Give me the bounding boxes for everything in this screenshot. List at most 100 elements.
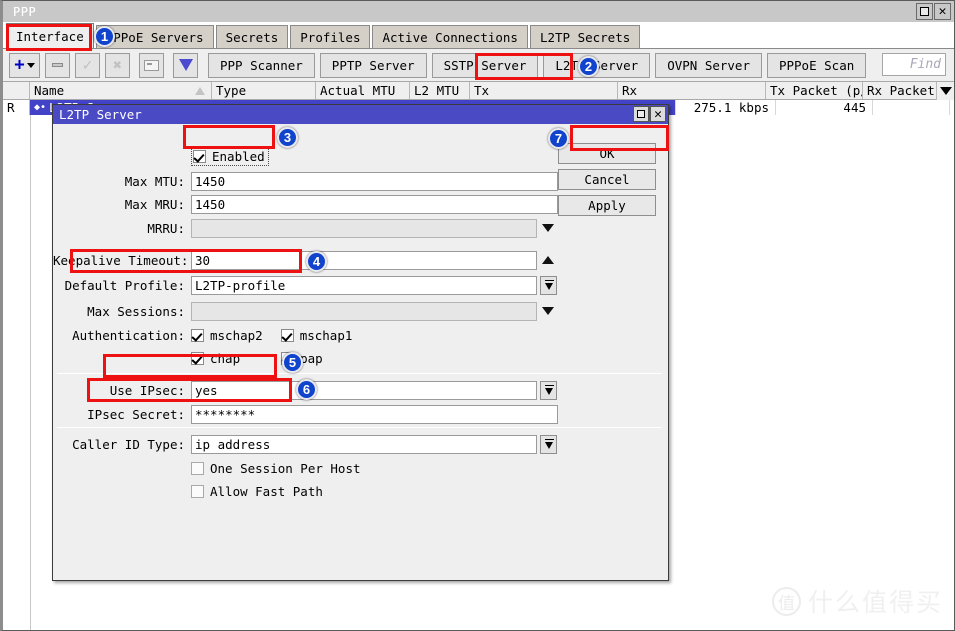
column-label: Rx Packet [867,83,935,98]
header-scroll-button[interactable] [936,82,954,100]
column-actual-mtu[interactable]: Actual MTU [316,82,410,99]
keepalive-timeout-label: Keepalive Timeout: [53,252,189,268]
mschap1-checkbox[interactable] [280,328,294,342]
column-l2-mtu[interactable]: L2 MTU [410,82,470,99]
use-ipsec-row: Use IPsec: yes [53,380,668,400]
ovpn-server-button[interactable]: OVPN Server [655,52,762,78]
button-label: PPPoE Scan [778,57,855,73]
filter-button[interactable] [173,52,198,78]
caller-id-type-row: Caller ID Type: ip address [53,434,668,454]
sstp-server-button[interactable]: SSTP Server [431,52,539,78]
column-flag[interactable] [3,82,30,99]
max-sessions-spinner[interactable] [540,302,556,320]
close-icon[interactable]: ✕ [934,3,951,20]
mrru-input[interactable] [191,218,537,238]
column-rx[interactable]: Rx [618,82,766,99]
authentication-label: Authentication: [72,327,185,343]
tab-label: Interface [16,28,84,44]
allow-fast-path-checkbox[interactable] [191,484,204,498]
close-icon[interactable]: ✕ [650,106,666,122]
default-profile-dropdown[interactable] [540,275,557,295]
tab-label: Secrets [225,29,279,45]
button-label: SSTP Server [443,57,527,73]
button-label: Apply [588,198,626,213]
annotation-badge-4: 4 [306,251,327,272]
column-label: Actual MTU [320,83,396,98]
ok-button[interactable]: OK [558,143,656,164]
ipsec-secret-row: IPsec Secret: ******** [53,404,668,424]
button-label: Cancel [584,172,630,187]
max-mtu-label: Max MTU: [124,173,185,189]
use-ipsec-dropdown[interactable] [540,380,557,400]
ipsec-secret-input[interactable]: ******** [191,404,558,424]
tab-active-connections[interactable]: Active Connections [372,25,528,48]
default-profile-input[interactable]: L2TP-profile [191,275,537,295]
mschap1-label: mschap1 [299,327,353,343]
tab-label: PPPoE Servers [105,29,204,45]
column-label: Type [216,83,247,98]
restore-icon[interactable] [916,3,933,20]
apply-button[interactable]: Apply [558,195,656,216]
column-label: Name [34,83,65,98]
button-label: PPP Scanner [220,57,303,73]
search-placeholder: Find [909,57,941,72]
max-sessions-input[interactable] [191,301,537,321]
mrru-spinner[interactable] [540,219,556,237]
max-mru-label: Max MRU: [124,196,185,212]
caller-id-type-input[interactable]: ip address [191,434,537,454]
tab-interface[interactable]: Interface [6,23,94,48]
search-input[interactable]: Find [882,53,946,76]
pptp-server-button[interactable]: PPTP Server [319,52,427,78]
tab-secrets[interactable]: Secrets [215,25,289,48]
window-controls[interactable]: ✕ [916,3,951,20]
toolbar: + ✓ ✖ PPP Scanner PPTP Server SSTP Serve… [3,49,954,82]
column-tx[interactable]: Tx [470,82,618,99]
annotation-badge-5: 5 [282,352,303,373]
chevron-down-icon [545,441,553,449]
remove-button[interactable] [45,52,70,78]
column-name[interactable]: Name [30,82,212,99]
dialog-body: Enabled Max MTU: 1450 Max MRU: 1450 MRRU… [53,124,668,582]
checkbox-icon[interactable] [193,149,206,163]
button-label: OVPN Server [667,57,750,73]
cell-tx-packet: 445 [776,100,873,115]
minus-icon [52,63,63,67]
column-tx-packet[interactable]: Tx Packet (p/s) [766,82,863,99]
enable-button[interactable]: ✓ [75,52,100,78]
ppp-scanner-button[interactable]: PPP Scanner [208,52,315,78]
mschap2-label: mschap2 [210,327,263,343]
enabled-checkbox[interactable]: Enabled [191,146,269,166]
column-type[interactable]: Type [212,82,316,99]
pppoe-scan-button[interactable]: PPPoE Scan [766,52,867,78]
column-rx-packet[interactable]: Rx Packet [863,82,940,99]
tab-label: Profiles [300,29,361,45]
max-mtu-input[interactable]: 1450 [191,171,558,191]
caller-id-type-label: Caller ID Type: [72,436,185,452]
max-mru-input[interactable]: 1450 [191,194,558,214]
restore-icon[interactable] [633,106,649,122]
use-ipsec-input[interactable]: yes [191,380,537,400]
keepalive-spinner[interactable] [540,251,556,269]
window-titlebar: PPP ✕ [3,1,954,22]
disable-button[interactable]: ✖ [105,52,130,78]
tab-profiles[interactable]: Profiles [290,25,371,48]
annotation-badge-1: 1 [94,26,115,47]
cancel-button[interactable]: Cancel [558,169,656,190]
comment-button[interactable] [139,52,164,78]
dialog-titlebar: L2TP Server ✕ [53,105,668,124]
add-button[interactable]: + [9,52,40,78]
use-ipsec-label: Use IPsec: [109,382,185,398]
keepalive-timeout-input[interactable]: 30 [191,250,537,270]
chevron-down-icon [545,387,553,395]
cross-icon: ✖ [112,55,123,74]
caller-id-type-dropdown[interactable] [540,434,557,454]
max-sessions-label: Max Sessions: [87,303,185,319]
button-label: OK [599,146,615,161]
dialog-controls[interactable]: ✕ [633,106,666,122]
chap-checkbox[interactable] [191,351,204,365]
one-session-per-host-checkbox[interactable] [191,461,204,475]
mschap2-checkbox[interactable] [191,328,204,342]
one-session-per-host-row: One Session Per Host [53,458,668,478]
tab-l2tp-secrets[interactable]: L2TP Secrets [529,25,641,48]
allow-fast-path-label: Allow Fast Path [210,483,323,499]
